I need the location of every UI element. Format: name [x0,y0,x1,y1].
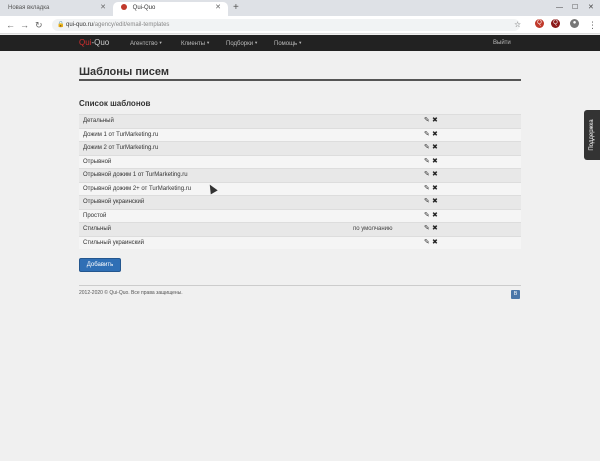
menu-icon[interactable]: ⋮ [588,19,597,31]
nav-item-agency[interactable]: Агентство▼ [130,35,163,52]
tab-label: Qui-Quo [132,5,156,11]
edit-icon[interactable]: ✎ [424,169,430,181]
delete-icon[interactable]: ✖ [432,210,438,222]
templates-table: Детальный ✎ ✖ Дожим 1 от TurMarketing.ru… [79,114,521,249]
delete-icon[interactable]: ✖ [432,223,438,235]
footer-divider [79,285,521,286]
close-icon[interactable]: ✕ [100,2,106,14]
template-name-link[interactable]: Отрывной [83,159,111,165]
lock-icon: 🔒 [57,22,65,28]
caret-down-icon: ▼ [158,40,163,45]
maximize-icon[interactable]: ☐ [572,2,578,14]
logout-link[interactable]: Выйти [493,35,511,51]
caret-down-icon: ▼ [254,40,259,45]
template-name-link[interactable]: Дожим 1 от TurMarketing.ru [83,132,158,138]
table-row: Стильный по умолчанию ✎ ✖ [79,222,521,236]
url-path: /agency/edit/email-templates [93,22,170,28]
table-row: Стильный украинский ✎ ✖ [79,235,521,249]
delete-icon[interactable]: ✖ [432,142,438,154]
edit-icon[interactable]: ✎ [424,129,430,141]
address-bar: ← → ↻ 🔒 qui-quo.ru/agency/edit/email-tem… [0,16,600,34]
template-name-link[interactable]: Дожим 2 от TurMarketing.ru [83,145,158,151]
section-title: Список шаблонов [79,99,151,108]
site-navbar: Qui-Quo Агентство▼ Клиенты▼ Подборки▼ По… [0,35,600,51]
support-tab[interactable]: Поддержка [584,110,600,160]
table-row: Дожим 1 от TurMarketing.ru ✎ ✖ [79,127,521,141]
default-label: по умолчанию [353,226,393,232]
delete-icon[interactable]: ✖ [432,237,438,249]
table-row: Отрывной дожим 1 от TurMarketing.ru ✎ ✖ [79,168,521,182]
caret-down-icon: ▼ [298,40,303,45]
new-tab-icon[interactable]: + [233,2,239,14]
table-row: Простой ✎ ✖ [79,208,521,222]
support-label: Поддержка [589,119,595,151]
edit-icon[interactable]: ✎ [424,156,430,168]
table-row: Отрывной ✎ ✖ [79,154,521,168]
template-name-link[interactable]: Простой [83,213,106,219]
tab-label: Новая вкладка [8,5,50,11]
forward-icon[interactable]: → [20,19,29,31]
edit-icon[interactable]: ✎ [424,183,430,195]
template-name-link[interactable]: Детальный [83,118,114,124]
edit-icon[interactable]: ✎ [424,223,430,235]
browser-tab-new[interactable]: Новая вкладка ✕ [0,2,113,16]
close-icon[interactable]: ✕ [215,2,221,14]
edit-icon[interactable]: ✎ [424,115,430,127]
extension-icon[interactable]: Q [551,19,560,28]
table-row: Дожим 2 от TurMarketing.ru ✎ ✖ [79,141,521,155]
browser-tab-bar: Новая вкладка ✕ Qui-Quo ✕ + — ☐ ✕ [0,0,600,16]
template-name-link[interactable]: Отрывной дожим 2+ от TurMarketing.ru [83,186,191,192]
minimize-icon[interactable]: — [556,2,563,14]
delete-icon[interactable]: ✖ [432,169,438,181]
extension-quiquo-icon[interactable]: Q [535,19,544,28]
table-row: Отрывной дожим 2+ от TurMarketing.ru ✎ ✖ [79,181,521,195]
delete-icon[interactable]: ✖ [432,156,438,168]
logo[interactable]: Qui-Quo [79,35,109,51]
template-name-link[interactable]: Отрывной дожим 1 от TurMarketing.ru [83,172,188,178]
template-name-link[interactable]: Отрывной украинский [83,199,144,205]
title-divider [79,79,521,81]
delete-icon[interactable]: ✖ [432,196,438,208]
edit-icon[interactable]: ✎ [424,142,430,154]
add-template-button[interactable]: Добавить [79,258,121,272]
template-name-link[interactable]: Стильный украинский [83,240,144,246]
table-row: Отрывной украинский ✎ ✖ [79,195,521,209]
edit-icon[interactable]: ✎ [424,237,430,249]
table-row: Детальный ✎ ✖ [79,114,521,128]
quiquo-favicon-icon [121,4,127,10]
edit-icon[interactable]: ✎ [424,196,430,208]
edit-icon[interactable]: ✎ [424,210,430,222]
url-input[interactable]: 🔒 qui-quo.ru/agency/edit/email-templates [52,19,520,31]
reload-icon[interactable]: ↻ [35,19,43,31]
delete-icon[interactable]: ✖ [432,129,438,141]
nav-item-help[interactable]: Помощь▼ [274,35,302,52]
browser-tab-quiquo[interactable]: Qui-Quo ✕ [113,2,228,16]
footer-copyright: 2012-2020 © Qui-Quo. Все права защищены. [79,290,183,296]
vk-icon[interactable]: В [511,290,520,299]
caret-down-icon: ▼ [206,40,211,45]
nav-item-clients[interactable]: Клиенты▼ [181,35,210,52]
delete-icon[interactable]: ✖ [432,183,438,195]
profile-avatar-icon[interactable]: ● [570,19,579,28]
url-host: qui-quo.ru [66,22,94,28]
close-window-icon[interactable]: ✕ [588,2,594,14]
delete-icon[interactable]: ✖ [432,115,438,127]
star-icon[interactable]: ☆ [514,19,521,31]
nav-item-selections[interactable]: Подборки▼ [226,35,258,52]
page-title: Шаблоны писем [79,66,169,78]
template-name-link[interactable]: Стильный [83,226,111,232]
back-icon[interactable]: ← [6,19,15,31]
